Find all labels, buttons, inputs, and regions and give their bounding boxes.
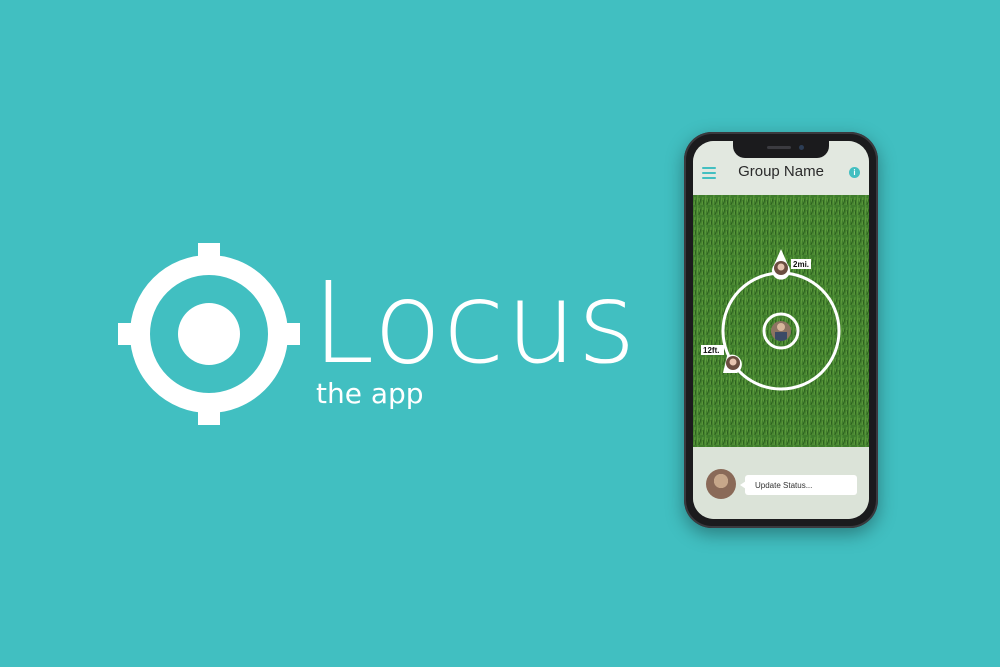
locus-logo-icon [118,243,300,425]
update-status-input[interactable] [745,475,857,495]
phone-mockup: Group Name i 2mi. 12ft. Update Status... [684,132,878,528]
hamburger-menu-icon[interactable] [702,167,716,179]
group-name-title: Group Name [738,163,824,180]
radar-view: 2mi. 12ft. [693,195,869,447]
member-distance-label: 2mi. [793,260,809,269]
status-bar [693,447,869,519]
info-icon[interactable]: i [849,167,860,178]
user-avatar[interactable] [706,469,736,499]
member-distance-label: 12ft. [703,346,719,355]
phone-notch [733,141,829,158]
brand-name: Locus [312,259,637,389]
app-screen: Group Name i 2mi. 12ft. Update Status... [693,141,869,519]
brand-tagline: the app [316,377,424,410]
proximity-map[interactable]: 2mi. 12ft. [693,195,869,447]
